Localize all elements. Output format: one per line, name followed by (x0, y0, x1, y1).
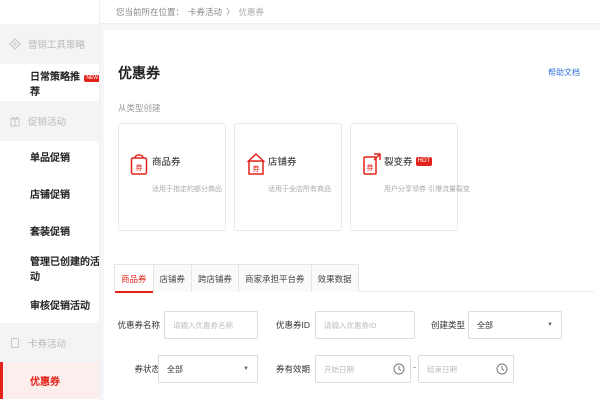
diamond-icon (8, 37, 22, 51)
coupon-glyph: 券 (367, 163, 374, 172)
coupon-name-input[interactable]: 请输入优惠券名称 (164, 311, 258, 339)
coupon-id-input[interactable]: 请输入优惠券ID (315, 311, 415, 339)
coupon-glyph: 券 (136, 163, 143, 172)
house-coupon-icon: 券 (246, 152, 268, 180)
coupon-glyph: 券 (253, 164, 260, 173)
sidebar-item-manage-created[interactable]: 管理已创建的活动 (0, 249, 100, 286)
sidebar-group-label: 卡券活动 (28, 339, 67, 350)
card-icon (8, 336, 22, 350)
card-title: 裂变券 HOT (384, 154, 433, 168)
card-title: 店铺券 (268, 157, 297, 168)
coupon-name-label: 优惠券名称 (117, 320, 160, 330)
coupon-id-label: 优惠券ID (275, 320, 310, 330)
help-doc-link[interactable]: 帮助文档 (548, 67, 580, 78)
clock-icon (393, 363, 405, 375)
tab-shop-coupon[interactable]: 店铺券 (152, 264, 193, 292)
clock-icon (496, 363, 508, 375)
breadcrumb: 您当前所在位置： 卡券活动 〉 优惠券 (100, 0, 600, 24)
date-range-separator: - (413, 362, 416, 372)
share-coupon-icon: 券 (362, 152, 384, 180)
chevron-down-icon: ▼ (243, 366, 249, 372)
breadcrumb-prefix: 您当前所在位置： (116, 6, 185, 17)
sidebar-item-label: 管理已创建的活动 (30, 256, 100, 283)
card-fission-coupon[interactable]: 券 裂变券 HOT 用户分享领券 引爆流量裂变 (350, 123, 470, 231)
validity-label: 券有效期 (275, 364, 310, 374)
sidebar-item-shop-promo[interactable]: 店铺促销 (0, 175, 99, 212)
coupon-tabs: 商品券 店铺券 跨店铺券 商家承担平台券 效果数据 (114, 264, 594, 293)
sidebar-item-single-promo[interactable]: 单品促销 (0, 138, 99, 175)
sidebar-item-label: 优惠券 (30, 377, 60, 388)
sidebar-group-marketing: 营销工具策略 (0, 24, 99, 64)
sidebar-item-label: 店铺促销 (30, 190, 70, 201)
breadcrumb-parent[interactable]: 卡券活动 (188, 6, 222, 18)
main-panel: 优惠券 帮助文档 从类型创建 券 商品券 适用于指定的部分商品 券 店铺券 适用… (104, 30, 600, 400)
coupon-status-value: 全部 (167, 364, 183, 374)
new-badge: NEW (84, 75, 99, 82)
card-title: 商品券 (152, 157, 181, 168)
sidebar-item-coupon[interactable]: 优惠券 (0, 362, 99, 399)
coupon-status-select[interactable]: 全部 ▼ (158, 355, 258, 383)
tab-product-coupon[interactable]: 商品券 (114, 264, 154, 293)
start-date-placeholder: 开始日期 (324, 364, 354, 374)
card-shop-coupon[interactable]: 券 店铺券 适用于全店所有商品 (234, 123, 342, 231)
tab-merchant-platform-coupon[interactable]: 商家承担平台券 (238, 264, 312, 292)
page-title: 优惠券 (118, 65, 160, 81)
sidebar-group-promotion: 促销活动 (0, 101, 99, 141)
shopping-bag-coupon-icon: 券 (130, 152, 152, 180)
sidebar-item-bundle-promo[interactable]: 套装促销 (0, 212, 99, 249)
section-label: 从类型创建 (118, 103, 161, 113)
start-date-input[interactable]: 开始日期 (315, 355, 411, 383)
card-description: 适用于指定的部分商品 (152, 186, 222, 193)
sidebar-item-label: 日常策略推荐 (30, 71, 80, 98)
sidebar-group-label: 营销工具策略 (28, 40, 86, 51)
gift-icon (8, 114, 22, 128)
breadcrumb-separator: 〉 (226, 6, 235, 17)
card-title-text: 裂变券 (384, 157, 413, 168)
chevron-down-icon: ▼ (547, 322, 553, 328)
tab-cross-shop-coupon[interactable]: 跨店铺券 (191, 264, 240, 292)
coupon-status-label: 券状态 (134, 364, 160, 374)
sidebar-item-review-promo[interactable]: 审核促销活动 (0, 286, 99, 323)
card-description: 适用于全店所有商品 (268, 186, 331, 193)
sidebar-item-label: 审核促销活动 (30, 301, 90, 312)
card-product-coupon[interactable]: 券 商品券 适用于指定的部分商品 (118, 123, 226, 231)
sidebar: 营销工具策略 日常策略推荐 NEW 促销活动 单品促销 店铺促销 套装促销 管理… (0, 0, 100, 400)
end-date-input[interactable]: 结束日期 (418, 355, 514, 383)
app-root: 营销工具策略 日常策略推荐 NEW 促销活动 单品促销 店铺促销 套装促销 管理… (0, 0, 600, 400)
sidebar-group-coupon: 卡券活动 (0, 323, 99, 363)
card-description: 用户分享领券 引爆流量裂变 (384, 186, 470, 193)
breadcrumb-current: 优惠券 (238, 6, 265, 17)
sidebar-item-label: 单品促销 (30, 153, 70, 164)
end-date-placeholder: 结束日期 (427, 364, 457, 374)
sidebar-item-daily-strategy[interactable]: 日常策略推荐 NEW (0, 64, 99, 101)
sidebar-item-label: 套装促销 (30, 227, 70, 238)
tab-effect-data[interactable]: 效果数据 (310, 264, 359, 292)
sidebar-group-label: 促销活动 (28, 117, 67, 128)
create-type-select[interactable]: 全部 ▼ (468, 311, 562, 339)
create-type-label: 创建类型 (430, 320, 465, 330)
hot-badge: HOT (415, 156, 433, 166)
create-type-value: 全部 (477, 320, 493, 330)
